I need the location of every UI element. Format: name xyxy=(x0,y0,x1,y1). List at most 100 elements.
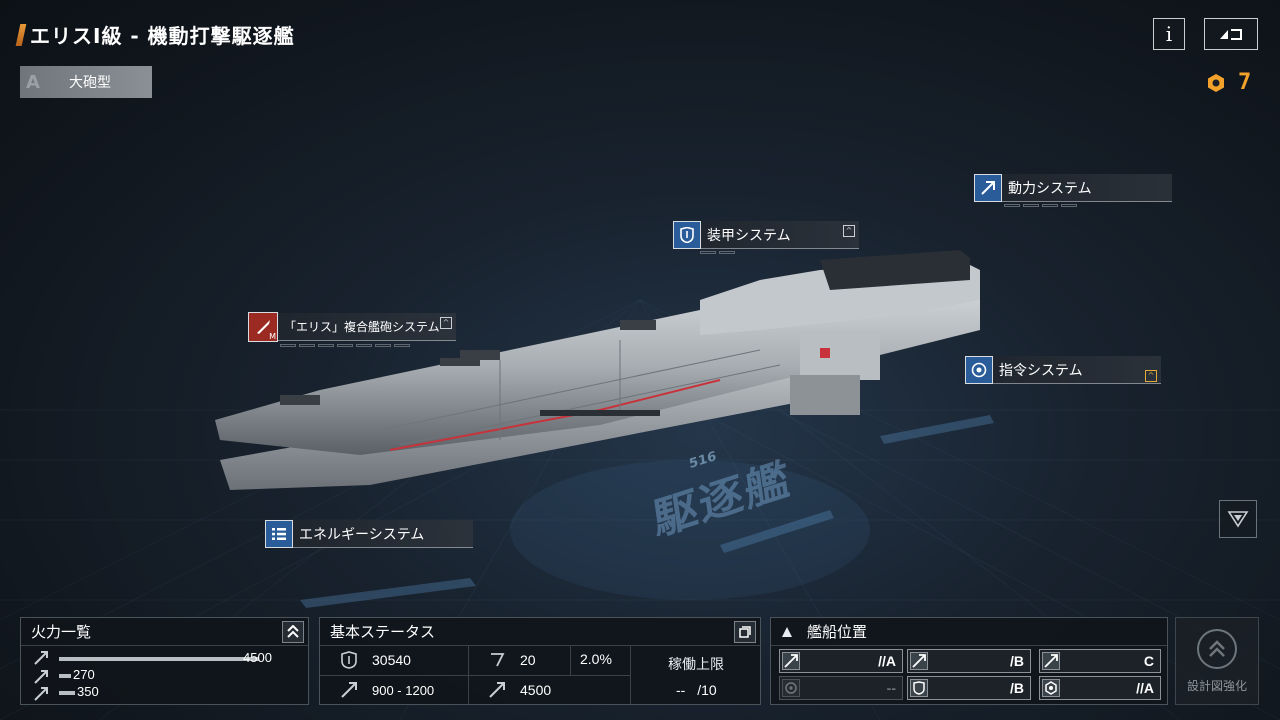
cannon-grade-badge: M xyxy=(269,331,276,341)
target-icon xyxy=(782,679,800,697)
position-cell[interactable]: /B xyxy=(907,649,1031,673)
firepower-value-1: 4500 xyxy=(243,650,272,665)
ship-type-label: 大砲型 xyxy=(69,75,111,91)
position-cell[interactable]: C xyxy=(1039,649,1161,673)
attack-icon xyxy=(341,682,357,698)
warning-icon xyxy=(782,626,792,637)
firepower-bar-2 xyxy=(59,674,71,678)
firepower-panel: 火力一覧 4500 270 350 xyxy=(20,617,309,705)
weapon-icon-1 xyxy=(34,651,48,665)
range-value: 4500 xyxy=(520,682,552,698)
command-system-icon-box xyxy=(965,355,993,384)
position-grade: //A xyxy=(878,653,896,669)
ship-position-panel: 艦船位置 //A/B C -- /B //A xyxy=(770,617,1168,705)
energy-system-label[interactable]: エネルギーシステム xyxy=(265,519,473,548)
evasion-icon xyxy=(491,653,505,667)
firepower-panel-header: 火力一覧 xyxy=(21,618,308,646)
enhance-circle xyxy=(1197,628,1237,669)
position-grade: //A xyxy=(1136,680,1154,696)
chevron-up-icon xyxy=(287,625,299,638)
hp-stat: 30540 xyxy=(340,651,411,669)
currency-display: 7 xyxy=(1206,70,1251,95)
operation-limit-value: -- /10 xyxy=(676,682,717,698)
cannon-system-level-pips xyxy=(280,344,410,347)
ship-position-title: 艦船位置 xyxy=(807,623,868,641)
energy-system-name: エネルギーシステム xyxy=(299,526,425,543)
firepower-bar-3 xyxy=(59,691,75,695)
evasion-stat: 2.0% xyxy=(580,651,612,667)
view-toggle-button[interactable] xyxy=(1219,500,1257,538)
base-status-title: 基本ステータス xyxy=(330,623,436,641)
position-cell[interactable]: -- xyxy=(779,676,903,700)
operation-max: /10 xyxy=(697,682,717,698)
attack-icon xyxy=(910,652,928,670)
info-button[interactable]: i xyxy=(1153,18,1185,50)
expand-status-button[interactable] xyxy=(734,621,756,643)
cannon-system-label[interactable]: M 「エリス」複合艦砲システム ^ xyxy=(248,311,456,342)
speed-stat: 20 xyxy=(488,651,536,669)
title-bar: エリスI級 - 機動打撃駆逐艦 xyxy=(15,20,295,49)
power-icon xyxy=(981,180,995,195)
position-grade: /B xyxy=(1010,680,1024,696)
weapon-icon-3 xyxy=(34,687,48,701)
armor-system-icon-box xyxy=(673,220,701,249)
firepower-value-3: 350 xyxy=(77,684,99,699)
armor-system-label[interactable]: 装甲システム ^ xyxy=(673,220,859,249)
firepower-value-2: 270 xyxy=(73,667,95,682)
return-icon xyxy=(1220,29,1242,40)
evasion-value: 2.0% xyxy=(580,651,612,667)
back-button[interactable] xyxy=(1204,18,1258,50)
base-status-panel: 基本ステータス 30540 20 2.0% 900 - 1200 4500 稼働… xyxy=(319,617,761,705)
position-cell[interactable]: //A xyxy=(1039,676,1161,700)
command-system-name: 指令システム xyxy=(999,362,1083,379)
power-system-name: 動力システム xyxy=(1008,180,1092,197)
firepower-bar-1 xyxy=(59,657,259,661)
upgrade-arrow-icon: ^ xyxy=(843,225,855,237)
hp-value: 30540 xyxy=(372,652,411,668)
position-cell[interactable]: //A xyxy=(779,649,903,673)
chevron-down-icon xyxy=(1227,511,1249,528)
gear-badge-icon xyxy=(1208,73,1224,92)
title-accent xyxy=(15,23,27,46)
firepower-toggle-button[interactable] xyxy=(282,621,304,643)
ship-type-tag: A 大砲型 xyxy=(20,66,152,98)
list-icon xyxy=(272,527,286,540)
speed-value: 20 xyxy=(520,652,536,668)
gear-icon xyxy=(1042,679,1060,697)
power-stat: 4500 xyxy=(488,681,551,699)
attack-icon xyxy=(782,652,800,670)
armor-system-name: 装甲システム xyxy=(707,227,791,244)
power-system-label[interactable]: 動力システム xyxy=(974,173,1172,202)
attack-range-value: 900 - 1200 xyxy=(372,682,435,698)
shield-icon xyxy=(680,226,694,243)
position-grade: /B xyxy=(1010,653,1024,669)
position-grade: -- xyxy=(886,680,896,696)
operation-current: -- xyxy=(676,682,686,698)
armor-system-level-pips xyxy=(700,251,735,254)
blueprint-enhance-button[interactable]: 設計図強化 xyxy=(1175,617,1259,705)
position-cell[interactable]: /B xyxy=(907,676,1031,700)
enhance-label: 設計図強化 xyxy=(1186,678,1247,693)
operation-limit-label: 稼働上限 xyxy=(668,657,724,673)
upgrade-gold-icon: ^ xyxy=(1145,370,1157,382)
weapon-icon-2 xyxy=(34,670,48,684)
power-system-icon-box xyxy=(974,173,1002,202)
ship-type-letter: A xyxy=(26,71,40,93)
attack-icon xyxy=(489,682,505,698)
ship-model[interactable] xyxy=(200,240,1000,500)
cannon-system-name: 「エリス」複合艦砲システム xyxy=(284,320,440,334)
double-chevron-up-icon xyxy=(1209,639,1225,657)
shield-icon xyxy=(341,651,357,669)
page-title: エリスI級 - 機動打撃駆逐艦 xyxy=(30,24,295,48)
shield-icon xyxy=(910,679,928,697)
range-stat: 900 - 1200 xyxy=(340,681,434,699)
firepower-panel-title: 火力一覧 xyxy=(31,623,92,641)
radar-icon xyxy=(971,362,987,377)
energy-system-icon-box xyxy=(265,519,293,548)
power-system-level-pips xyxy=(1004,204,1077,207)
base-status-header: 基本ステータス xyxy=(320,618,760,646)
ship-position-header: 艦船位置 xyxy=(771,618,1167,646)
command-system-label[interactable]: 指令システム ^ xyxy=(965,355,1161,384)
currency-value: 7 xyxy=(1238,70,1252,95)
attack-icon xyxy=(1042,652,1060,670)
